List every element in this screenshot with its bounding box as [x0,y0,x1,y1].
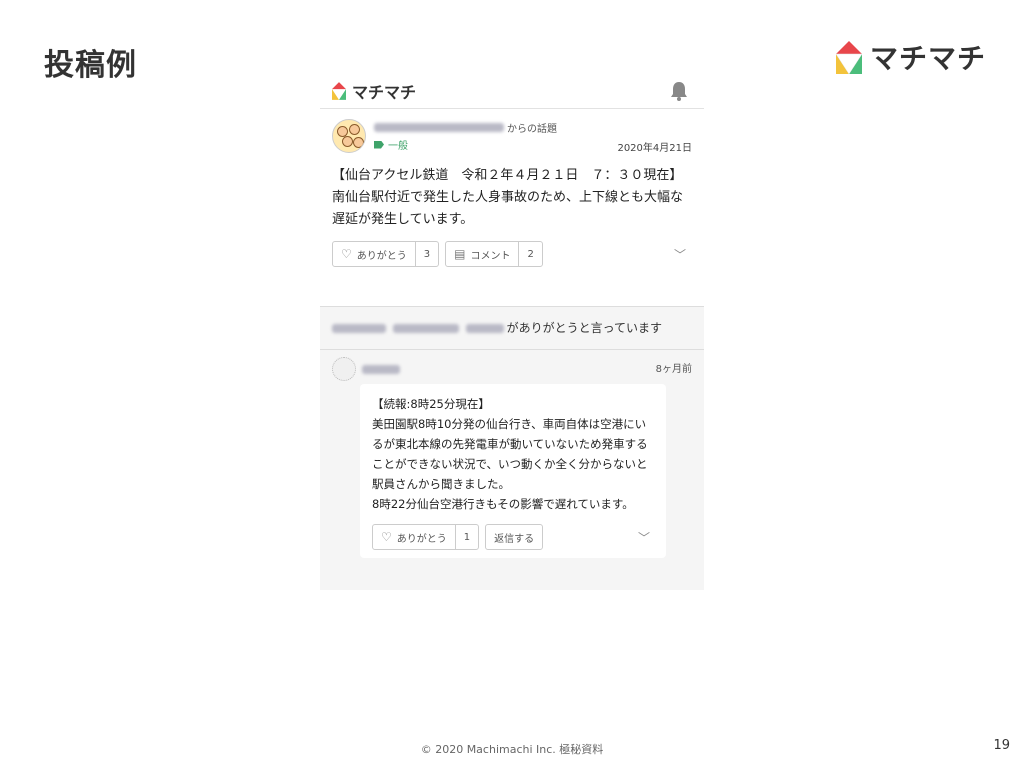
thanks-label: ありがとう [396,533,447,545]
thanks-text: がありがとうと言っています [506,321,663,335]
app-header: マチマチ [320,74,704,109]
logo-icon [836,40,862,74]
brand-logo: マチマチ [836,40,987,75]
post-actions: ♡ ありがとう 3 ▤ コメント 2 ﹀ [332,241,692,267]
origin-suffix: からの話題 [507,123,557,135]
thanks-label: ありがとう [356,250,407,262]
thanks-button[interactable]: ♡ ありがとう 3 [332,241,440,267]
reply-button[interactable]: 返信する [485,524,544,550]
post-card: からの話題 一般 2020年4月21日 【仙台アクセル鉄道 令和２年４月２１日 … [320,109,704,307]
post-body: 【仙台アクセル鉄道 令和２年４月２１日 ７：３０現在】 南仙台駅付近で発生した人… [332,168,684,227]
thanks-count: 3 [414,242,438,266]
thanks-count: 1 [454,525,478,549]
comment-bubble: 【続報:8時25分現在】 美田園駅8時10分発の仙台行き、車両自体は空港にいるが… [360,384,666,558]
post-tag[interactable]: 一般 [374,137,557,152]
app-name: マチマチ [352,83,417,102]
comment-count: 2 [518,242,541,266]
tag-label: 一般 [388,141,408,152]
comment-time: 8ヶ月前 [655,364,692,375]
post-date: 2020年4月21日 [617,143,692,154]
comment-body: 【続報:8時25分現在】 美田園駅8時10分発の仙台行き、車両自体は空港にいるが… [372,397,648,511]
avatar[interactable] [332,357,356,381]
post-meta: からの話題 一般 2020年4月21日 [332,119,692,157]
comment-icon: ▤ [454,247,466,261]
thanks-button[interactable]: ♡ ありがとう 1 [372,524,480,550]
comment-label: コメント [470,250,511,262]
page-number: 19 [993,738,1010,753]
footer: © 2020 Machimachi Inc. 極秘資料 [420,743,604,756]
heart-icon: ♡ [381,530,392,544]
logo-icon[interactable] [332,82,346,100]
comment-actions: ♡ ありがとう 1 返信する ﹀ [372,524,656,550]
comment-button[interactable]: ▤ コメント 2 [445,241,543,267]
post-origin[interactable]: からの話題 [374,119,557,135]
slide-title: 投稿例 [44,48,137,83]
comment-header [332,357,692,381]
brand-name: マチマチ [870,42,987,75]
thanks-line: がありがとうと言っています [320,307,704,350]
heart-icon: ♡ [341,247,352,261]
tag-icon [374,140,384,149]
avatar[interactable] [332,119,366,153]
comment: 8ヶ月前 【続報:8時25分現在】 美田園駅8時10分発の仙台行き、車両自体は空… [320,350,704,558]
reply-label: 返信する [494,533,535,545]
app-screenshot: マチマチ からの話題 一般 2020年4月21日 【仙台アクセル鉄道 令和２年４… [320,74,704,590]
chevron-down-icon[interactable]: ﹀ [638,529,650,546]
bell-icon[interactable] [670,81,688,101]
chevron-down-icon[interactable]: ﹀ [674,246,686,263]
